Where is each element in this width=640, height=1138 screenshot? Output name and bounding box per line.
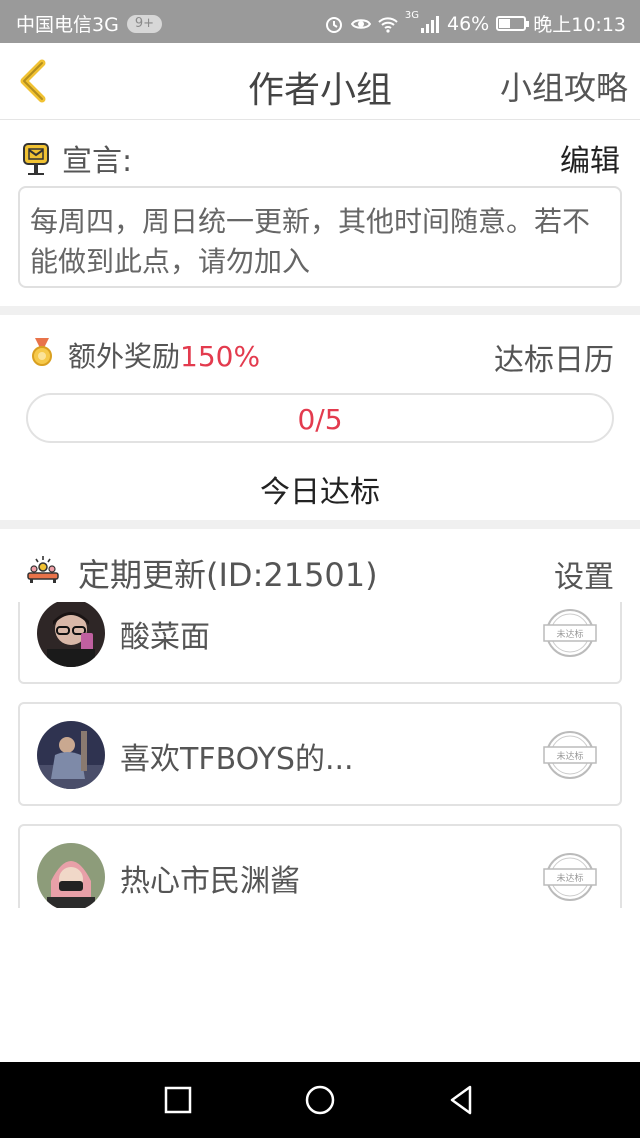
extra-reward-percent: 150%	[180, 340, 261, 373]
square-icon[interactable]	[160, 1082, 196, 1118]
mailbox-icon	[23, 143, 49, 175]
edit-button[interactable]: 编辑	[560, 136, 620, 180]
avatar	[37, 602, 105, 667]
eye-icon	[350, 18, 371, 29]
settings-link[interactable]: 设置	[554, 552, 614, 596]
list-item[interactable]: 热心市民渊酱 未达标	[18, 824, 622, 908]
manifesto-text: 每周四，周日统一更新，其他时间随意。若不能做到此点，请勿加入	[18, 186, 622, 288]
status-bar: 中国电信3G 9+ 3G 46% 晚上10:13	[0, 0, 640, 43]
not-reached-stamp-icon: 未达标	[543, 609, 597, 657]
member-name: 喜欢TFBOYS的...	[120, 742, 354, 777]
group-guide-link[interactable]: 小组攻略	[500, 63, 628, 109]
triangle-back-icon[interactable]	[444, 1082, 480, 1118]
signal-icon	[421, 15, 439, 33]
manifesto-section: 宣言: 编辑 每周四，周日统一更新，其他时间随意。若不能做到此点，请勿加入	[0, 120, 640, 306]
group-header: 定期更新(ID:21501) 设置	[0, 530, 640, 600]
stamp-label: 未达标	[556, 872, 583, 884]
notification-badge: 9+	[126, 14, 162, 33]
section-divider	[0, 520, 640, 529]
battery-percent: 46%	[447, 12, 490, 35]
list-item[interactable]: 酸菜面 未达标	[18, 602, 622, 684]
manifesto-label: 宣言:	[62, 144, 133, 179]
group-title: 定期更新(ID:21501)	[78, 556, 378, 594]
group-members-icon	[27, 556, 59, 583]
avatar	[37, 721, 105, 789]
extra-reward-text: 额外奖励	[68, 340, 181, 373]
battery-icon	[496, 16, 530, 31]
stamp-label: 未达标	[556, 750, 583, 762]
member-name: 热心市民渊酱	[120, 864, 300, 899]
progress-bar: 0/5	[26, 393, 614, 443]
medal-icon	[32, 338, 52, 366]
wifi-icon	[378, 16, 398, 33]
calendar-link[interactable]: 达标日历	[494, 335, 614, 379]
stamp-label: 未达标	[556, 628, 583, 640]
top-navbar: 作者小组 小组攻略	[0, 43, 640, 120]
alarm-icon	[325, 16, 342, 33]
member-name: 酸菜面	[120, 620, 210, 655]
not-reached-stamp-icon: 未达标	[543, 853, 597, 901]
extra-reward-label: 额外奖励150%	[68, 335, 260, 375]
reward-section: 额外奖励150% 达标日历 0/5 今日达标	[0, 315, 640, 520]
list-item[interactable]: 喜欢TFBOYS的... 未达标	[18, 702, 622, 806]
not-reached-stamp-icon: 未达标	[543, 731, 597, 779]
carrier-name: 中国电信3G	[16, 14, 119, 36]
circle-icon[interactable]	[302, 1082, 338, 1118]
clock: 晚上10:13	[533, 14, 626, 36]
today-checkin-button[interactable]: 今日达标	[0, 467, 640, 511]
section-divider	[0, 306, 640, 315]
avatar	[37, 843, 105, 908]
network-type: 3G	[404, 10, 419, 21]
system-navigation-bar	[0, 1062, 640, 1138]
progress-text: 0/5	[297, 403, 343, 436]
member-list: 酸菜面 未达标 喜欢TFBOYS的... 未达标 热心市民渊酱 未达标	[0, 602, 640, 908]
